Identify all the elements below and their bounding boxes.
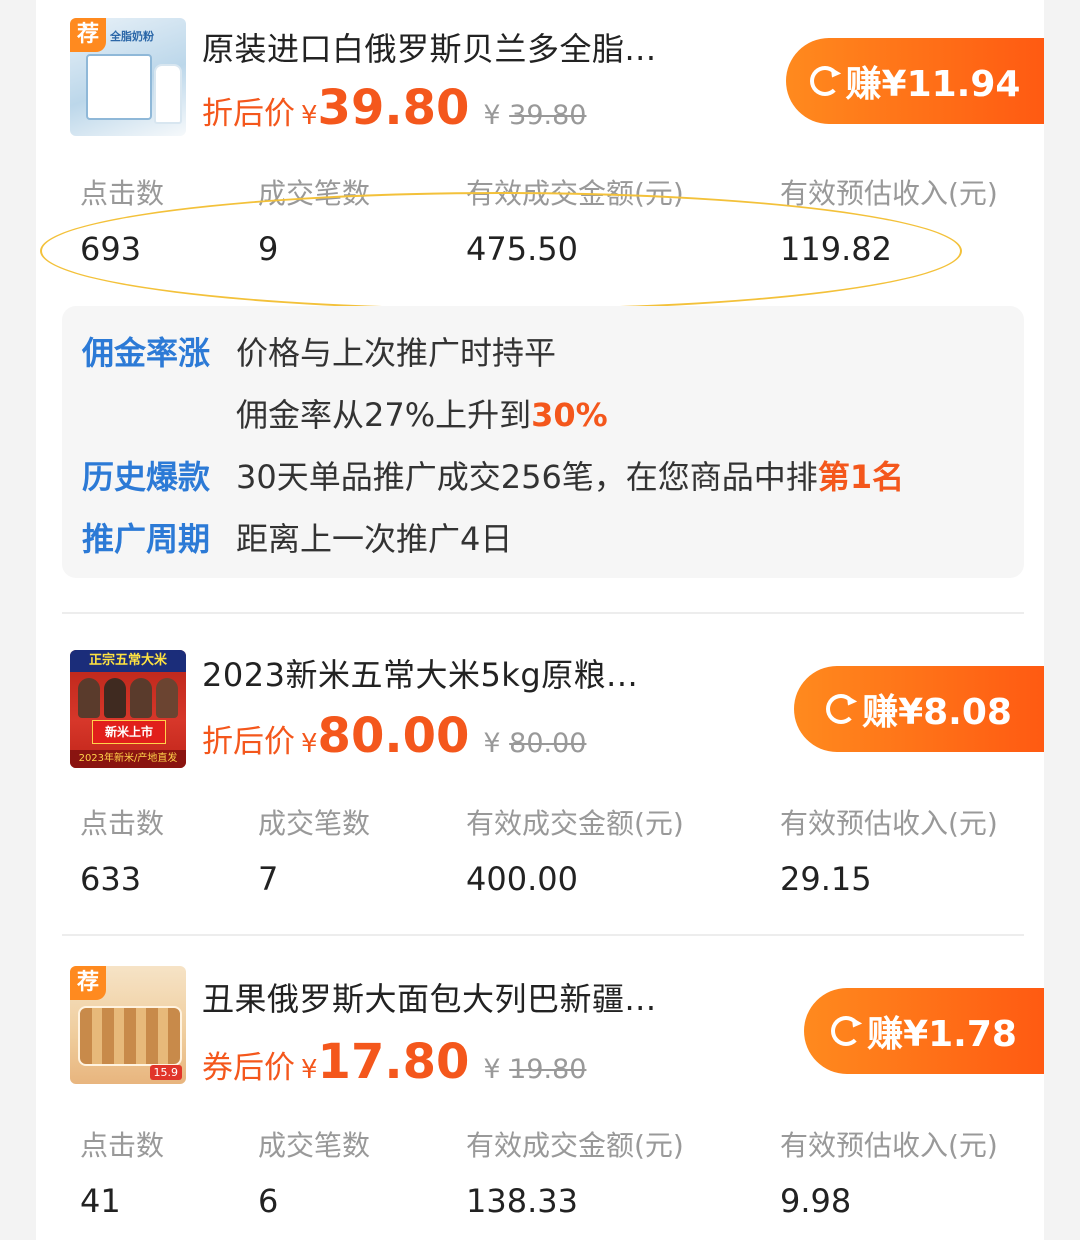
price-value: 39.80: [317, 80, 470, 136]
deals-value: 6: [258, 1182, 279, 1220]
price-value: 80.00: [317, 708, 470, 764]
insight-highlight: 第1名: [817, 458, 905, 496]
earn-button[interactable]: 赚¥1.78: [804, 988, 1044, 1074]
price-label: 折后价: [202, 96, 295, 132]
clicks-value: 633: [80, 860, 142, 898]
clicks-value: 41: [80, 1182, 121, 1220]
income-label: 有效预估收入(元): [780, 1129, 998, 1162]
recommended-tag: 荐: [70, 966, 106, 1000]
original-price: ¥ 39.80: [483, 100, 586, 131]
product-bottle-image: [154, 64, 182, 124]
product-card[interactable]: 15.9 荐 丑果俄罗斯大面包大列巴新疆... 券后价 ¥17.80 ¥ 19.80…: [36, 936, 1044, 1240]
price-currency: ¥: [301, 1055, 318, 1085]
original-price: ¥ 80.00: [483, 728, 586, 759]
thumbnail-banner: 正宗五常大米: [70, 650, 186, 672]
thumbnail-text: 全脂奶粉: [110, 30, 154, 43]
amount-label: 有效成交金额(元): [466, 1129, 684, 1162]
insight-key: 推广周期: [82, 520, 211, 558]
refresh-icon: [826, 694, 857, 724]
amount-value: 138.33: [466, 1182, 578, 1220]
thumbnail-bread-image: [78, 1006, 182, 1066]
thumbnail-people-image: [78, 678, 178, 718]
insight-commission: 佣金率涨 价格与上次推广时持平: [82, 328, 556, 374]
income-label: 有效预估收入(元): [780, 177, 998, 210]
insight-text: 佣金率从27%上升到: [236, 396, 532, 434]
price-currency: ¥: [301, 101, 318, 131]
clicks-label: 点击数: [80, 1129, 165, 1162]
earn-label: 赚¥8.08: [862, 692, 1012, 733]
earn-label: 赚¥1.78: [867, 1014, 1017, 1055]
original-price: ¥ 19.80: [483, 1054, 586, 1085]
product-thumbnail[interactable]: 正宗五常大米 新米上市 2023年新米/产地直发: [70, 650, 186, 768]
amount-value: 400.00: [466, 860, 578, 898]
insight-key: 佣金率涨: [82, 334, 211, 372]
product-list: 全脂奶粉 荐 原装进口白俄罗斯贝兰多全脂... 折后价 ¥39.80 ¥ 39.80…: [36, 0, 1044, 1240]
original-currency: ¥: [483, 100, 501, 131]
income-value: 29.15: [780, 860, 872, 898]
income-label: 有效预估收入(元): [780, 807, 998, 840]
original-currency: ¥: [483, 1054, 501, 1085]
product-thumbnail[interactable]: 15.9 荐: [70, 966, 186, 1084]
earn-button[interactable]: 赚¥11.94: [786, 38, 1044, 124]
clicks-label: 点击数: [80, 807, 165, 840]
insight-key: 历史爆款: [82, 458, 211, 496]
income-value: 9.98: [780, 1182, 852, 1220]
price-line: 折后价 ¥80.00 ¥ 80.00: [202, 708, 586, 764]
thumbnail-label: 新米上市: [92, 720, 166, 744]
insight-panel: 佣金率涨 价格与上次推广时持平 佣金率从27%上升到30% 历史爆款 30天单品推广…: [62, 306, 1024, 578]
recommended-tag: 荐: [70, 18, 106, 52]
insight-text: 30天单品推广成交256笔，在您商品中排: [236, 458, 818, 496]
price-label: 券后价: [202, 1050, 295, 1086]
insight-commission-line2: 佣金率从27%上升到30%: [82, 390, 608, 436]
product-title[interactable]: 2023新米五常大米5kg原粮...: [202, 650, 638, 696]
earn-button[interactable]: 赚¥8.08: [794, 666, 1044, 752]
amount-label: 有效成交金额(元): [466, 807, 684, 840]
refresh-icon: [809, 66, 840, 96]
price-line: 折后价 ¥39.80 ¥ 39.80: [202, 80, 586, 136]
product-title[interactable]: 原装进口白俄罗斯贝兰多全脂...: [202, 24, 657, 70]
insight-cycle: 推广周期 距离上一次推广4日: [82, 514, 512, 560]
original-price-value: 19.80: [509, 1054, 587, 1085]
original-currency: ¥: [483, 728, 501, 759]
deals-label: 成交笔数: [258, 1129, 371, 1162]
insight-text: 距离上一次推广4日: [236, 520, 513, 558]
product-thumbnail[interactable]: 全脂奶粉 荐: [70, 18, 186, 136]
product-card[interactable]: 正宗五常大米 新米上市 2023年新米/产地直发 2023新米五常大米5kg原粮…: [36, 614, 1044, 934]
product-title[interactable]: 丑果俄罗斯大面包大列巴新疆...: [202, 974, 657, 1020]
deals-value: 7: [258, 860, 279, 898]
price-line: 券后价 ¥17.80 ¥ 19.80: [202, 1034, 586, 1090]
product-package-image: [86, 54, 152, 120]
original-price-value: 80.00: [509, 728, 587, 759]
thumbnail-footer: 2023年新米/产地直发: [70, 750, 186, 768]
thumbnail-price-tag: 15.9: [149, 1065, 182, 1080]
insight-highlight: 30%: [531, 396, 608, 434]
clicks-label: 点击数: [80, 177, 165, 210]
deals-label: 成交笔数: [258, 807, 371, 840]
insight-text: 价格与上次推广时持平: [236, 334, 557, 372]
refresh-icon: [831, 1016, 862, 1046]
earn-label: 赚¥11.94: [845, 64, 1021, 105]
price-label: 折后价: [202, 724, 295, 760]
product-card[interactable]: 全脂奶粉 荐 原装进口白俄罗斯贝兰多全脂... 折后价 ¥39.80 ¥ 39.80…: [36, 0, 1044, 610]
insight-history: 历史爆款 30天单品推广成交256笔，在您商品中排第1名: [82, 452, 904, 498]
price-value: 17.80: [317, 1034, 470, 1090]
price-currency: ¥: [301, 729, 318, 759]
highlight-ellipse: [40, 192, 962, 310]
original-price-value: 39.80: [509, 100, 587, 131]
